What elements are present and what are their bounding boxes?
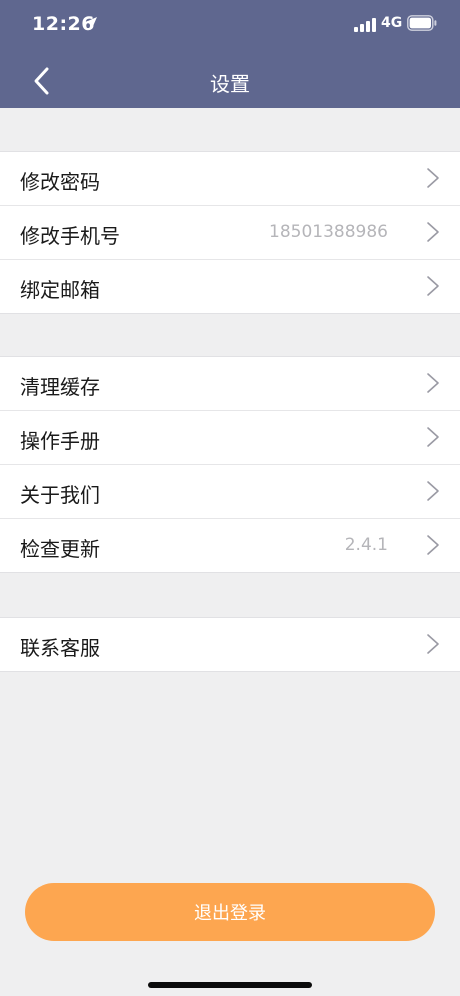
chevron-right-icon	[427, 535, 439, 555]
account-settings-group: 修改密码 修改手机号 18501388986 绑定邮箱	[0, 151, 460, 314]
battery-icon	[407, 15, 437, 31]
check-update-row[interactable]: 检查更新 2.4.1	[0, 519, 460, 572]
phone-number-value: 18501388986	[269, 222, 388, 242]
support-group: 联系客服	[0, 617, 460, 672]
signal-icon	[354, 18, 376, 32]
chevron-right-icon	[427, 427, 439, 447]
row-label: 联系客服	[20, 636, 100, 660]
row-label: 修改密码	[20, 170, 100, 194]
contact-support-row[interactable]: 联系客服	[0, 618, 460, 671]
location-arrow-icon	[85, 17, 97, 29]
header-bar: 12:26 4G 设置	[0, 0, 460, 108]
about-us-row[interactable]: 关于我们	[0, 465, 460, 519]
chevron-right-icon	[427, 168, 439, 188]
chevron-right-icon	[427, 373, 439, 393]
chevron-right-icon	[427, 634, 439, 654]
app-settings-group: 清理缓存 操作手册 关于我们 检查更新 2.4.1	[0, 356, 460, 573]
chevron-right-icon	[427, 222, 439, 242]
chevron-right-icon	[427, 481, 439, 501]
chevron-right-icon	[427, 276, 439, 296]
row-label: 检查更新	[20, 537, 100, 561]
user-manual-row[interactable]: 操作手册	[0, 411, 460, 465]
row-label: 修改手机号	[20, 224, 120, 248]
home-indicator[interactable]	[148, 982, 312, 988]
status-bar: 12:26 4G	[0, 0, 460, 48]
version-value: 2.4.1	[344, 535, 388, 555]
clear-cache-row[interactable]: 清理缓存	[0, 357, 460, 411]
logout-button[interactable]: 退出登录	[25, 883, 435, 941]
change-password-row[interactable]: 修改密码	[0, 152, 460, 206]
row-label: 操作手册	[20, 429, 100, 453]
row-label: 清理缓存	[20, 375, 100, 399]
change-phone-row[interactable]: 修改手机号 18501388986	[0, 206, 460, 260]
network-type: 4G	[381, 15, 403, 31]
row-label: 绑定邮箱	[20, 278, 100, 302]
bind-email-row[interactable]: 绑定邮箱	[0, 260, 460, 313]
row-label: 关于我们	[20, 483, 100, 507]
page-title: 设置	[210, 72, 250, 96]
